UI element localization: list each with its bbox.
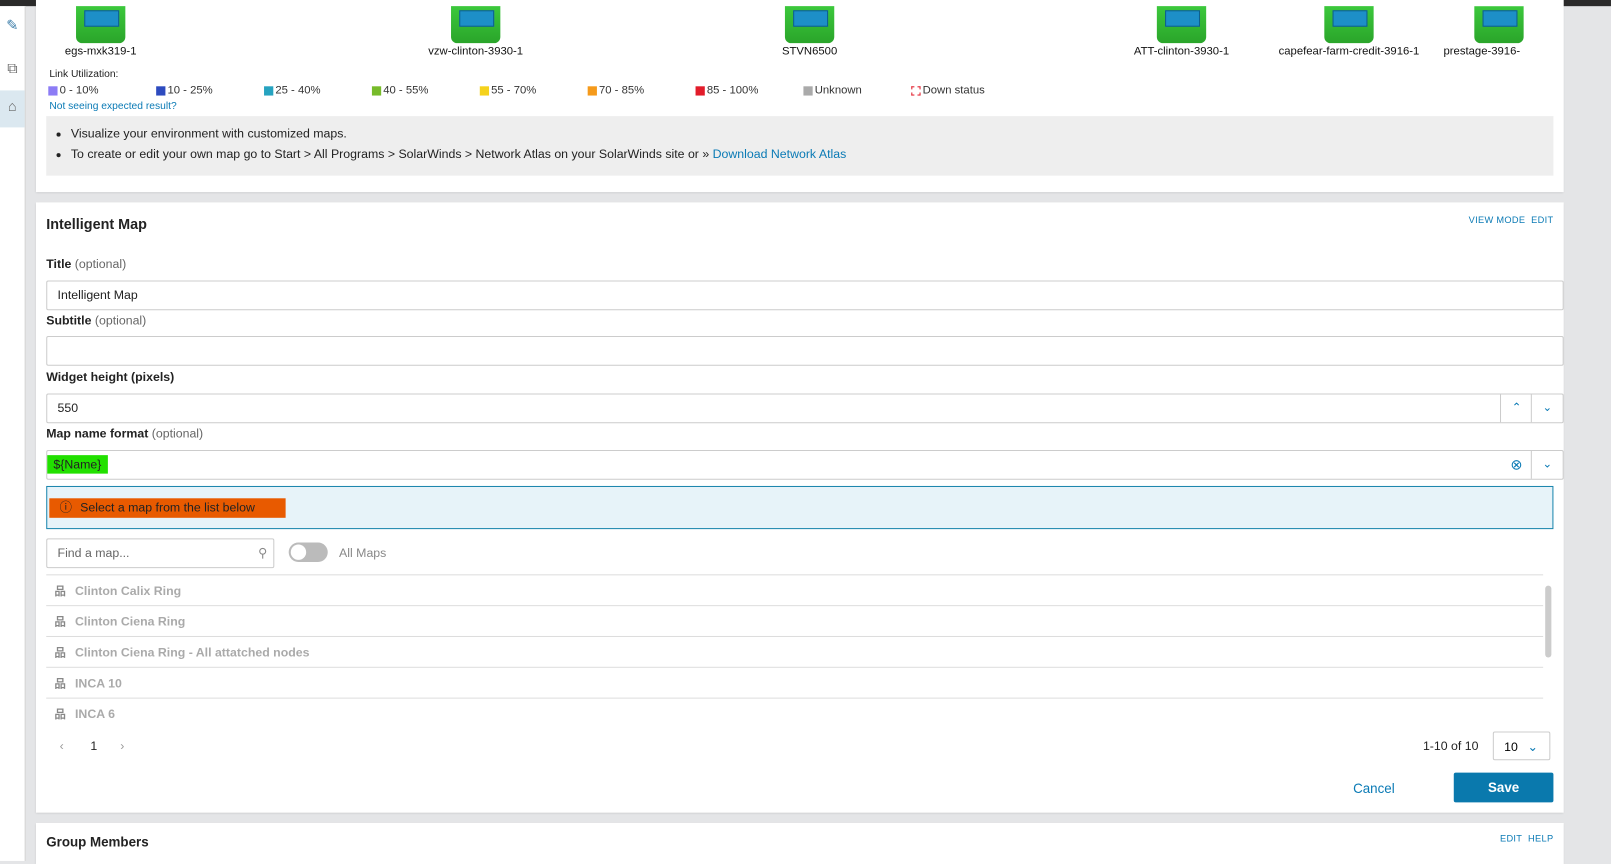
list-item[interactable]: 品 INCA 6 bbox=[46, 697, 1544, 730]
title-input[interactable]: Intelligent Map bbox=[46, 280, 1564, 311]
page-range: 1-10 of 10 bbox=[1422, 738, 1479, 754]
height-stepper[interactable]: 550 ⌃ ⌄ bbox=[46, 393, 1564, 424]
chevron-down-icon[interactable]: ⌄ bbox=[1530, 451, 1563, 479]
legend-item: 10 - 25% bbox=[156, 84, 213, 97]
switch-icon bbox=[1156, 6, 1207, 44]
legend-item: Unknown bbox=[803, 84, 862, 97]
alert-message: ⓘ Select a map from the list below bbox=[46, 485, 1554, 530]
map-node[interactable]: vzw-clinton-3930-1 bbox=[373, 6, 578, 58]
map-widget: egs-mxk319-1 vzw-clinton-3930-1 STVN6500… bbox=[35, 0, 1567, 193]
save-button[interactable]: Save bbox=[1453, 772, 1554, 803]
legend-title: Link Utilization: bbox=[49, 68, 119, 81]
help-link[interactable]: HELP bbox=[1528, 833, 1553, 843]
subtitle-input[interactable] bbox=[46, 335, 1564, 366]
info-line: To create or edit your own map go to Sta… bbox=[71, 144, 1554, 165]
height-label: Widget height (pixels) bbox=[46, 369, 175, 385]
legend-item: 25 - 40% bbox=[264, 84, 321, 97]
panel-title: Intelligent Map bbox=[46, 215, 147, 233]
map-icon: 品 bbox=[54, 708, 66, 722]
switch-icon bbox=[451, 6, 501, 44]
download-atlas-link[interactable]: Download Network Atlas bbox=[713, 147, 847, 161]
list-item[interactable]: 品 Clinton Ciena Ring - All attatched node… bbox=[46, 635, 1544, 668]
router-icon bbox=[76, 6, 126, 44]
clear-icon[interactable]: ⊗ bbox=[1501, 451, 1532, 479]
intelligent-map-panel: Intelligent Map VIEW MODE EDIT Title (op… bbox=[35, 202, 1564, 813]
legend-item: 85 - 100% bbox=[695, 84, 758, 97]
next-page-button[interactable]: › bbox=[120, 739, 124, 753]
subtitle-label: Subtitle (optional) bbox=[46, 313, 147, 328]
edit-link[interactable]: EDIT bbox=[1500, 833, 1522, 843]
map-node[interactable]: STVN6500 bbox=[707, 6, 912, 58]
search-icon: ⚲ bbox=[258, 545, 268, 560]
legend-item: 40 - 55% bbox=[371, 84, 428, 97]
legend-item: 55 - 70% bbox=[479, 84, 536, 97]
list-scrollbar[interactable] bbox=[1545, 585, 1552, 658]
list-item[interactable]: 品 INCA 10 bbox=[46, 666, 1544, 699]
page: ✎ ⧉ ⌂ egs-mxk319-1 vzw-clinton-3930-1 ST… bbox=[0, 0, 1611, 864]
legend-item: Down status bbox=[911, 84, 985, 97]
map-search-input[interactable]: Find a map... ⚲ bbox=[46, 538, 275, 569]
increment-button[interactable]: ⌃ bbox=[1500, 394, 1532, 423]
legend-item: 70 - 85% bbox=[587, 84, 644, 97]
format-label: Map name format (optional) bbox=[46, 426, 204, 441]
left-sidebar: ✎ ⧉ ⌂ bbox=[0, 6, 26, 861]
switch-icon bbox=[1324, 6, 1374, 44]
cancel-button[interactable]: Cancel bbox=[1353, 781, 1395, 796]
format-combobox[interactable]: ${Name} ⊗ ⌄ bbox=[46, 450, 1564, 480]
list-item[interactable]: 品 Clinton Calix Ring bbox=[46, 574, 1544, 606]
legend-item: 0 - 10% bbox=[48, 84, 99, 97]
all-maps-toggle[interactable] bbox=[288, 542, 328, 562]
map-icon: 品 bbox=[54, 678, 66, 691]
panel-title: Group Members bbox=[46, 834, 149, 850]
view-mode-link[interactable]: VIEW MODE bbox=[1469, 215, 1526, 225]
switch-icon bbox=[784, 6, 835, 44]
page-size-select[interactable]: 10 ⌄ bbox=[1492, 731, 1551, 761]
map-node[interactable]: prestage-3916- bbox=[1413, 6, 1567, 58]
list-item[interactable]: 品 Clinton Ciena Ring bbox=[46, 605, 1544, 637]
info-line: Visualize your environment with customiz… bbox=[71, 123, 1554, 144]
info-icon: ⓘ bbox=[59, 500, 72, 515]
title-label: Title (optional) bbox=[46, 256, 127, 272]
map-icon: 品 bbox=[54, 616, 66, 629]
edit-link[interactable]: EDIT bbox=[1531, 215, 1553, 225]
home-icon[interactable]: ⌂ bbox=[0, 90, 25, 128]
all-maps-label: All Maps bbox=[339, 545, 387, 560]
map-icon: 品 bbox=[54, 585, 66, 598]
decrement-button[interactable]: ⌄ bbox=[1530, 394, 1563, 423]
info-box: Visualize your environment with customiz… bbox=[46, 116, 1554, 176]
map-node[interactable]: egs-mxk319-1 bbox=[0, 6, 203, 58]
map-icon: 品 bbox=[54, 647, 66, 660]
group-members-panel: Group Members EDIT HELP bbox=[35, 822, 1564, 864]
prev-page-button[interactable]: ‹ bbox=[60, 739, 64, 753]
page-number[interactable]: 1 bbox=[90, 739, 97, 753]
switch-icon bbox=[1474, 6, 1524, 44]
help-link[interactable]: Not seeing expected result? bbox=[49, 101, 176, 112]
